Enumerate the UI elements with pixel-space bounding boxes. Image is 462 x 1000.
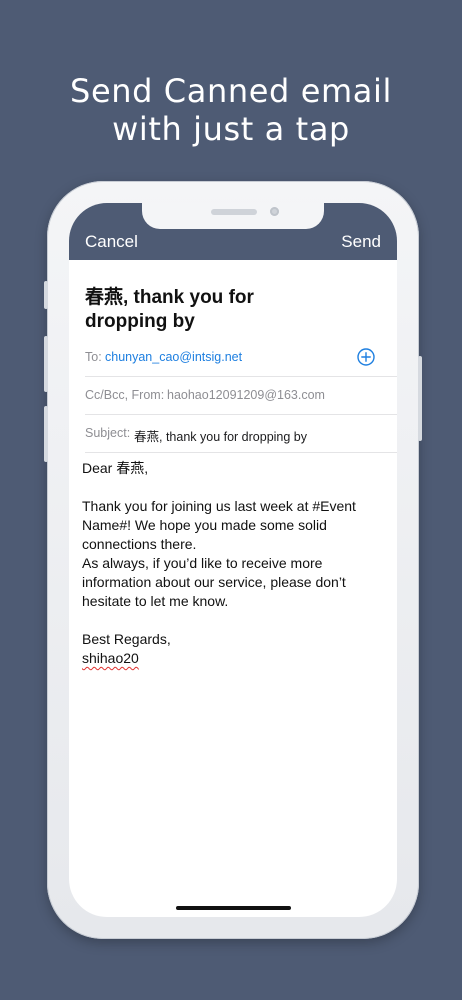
email-title-line-2: dropping by <box>85 311 195 332</box>
subject-value[interactable]: 春燕, thank you for dropping by <box>134 426 307 445</box>
notch <box>142 203 324 229</box>
email-body[interactable]: Dear 春燕, Thank you for joining us last w… <box>82 459 382 668</box>
headline-line-1: Send Canned email <box>70 72 392 110</box>
to-label: To: <box>85 350 102 364</box>
body-line-1: Thank you for joining us last week at #E… <box>82 498 356 514</box>
body-line-5: information about our service, please do… <box>82 574 346 590</box>
to-recipient[interactable]: chunyan_cao@intsig.net <box>105 350 242 364</box>
promo-headline: Send Canned email with just a tap <box>0 72 462 148</box>
body-greeting: Dear 春燕, <box>82 460 149 476</box>
subject-field[interactable]: Subject: 春燕, thank you for dropping by <box>85 415 397 453</box>
headline-line-2: with just a tap <box>112 110 350 148</box>
speaker-grille <box>211 209 257 215</box>
email-title: 春燕, thank you for dropping by <box>85 286 315 334</box>
phone-frame: Cancel Send 春燕, thank you for dropping b… <box>44 181 422 939</box>
subject-label: Subject: <box>85 426 131 440</box>
cancel-button[interactable]: Cancel <box>85 232 138 252</box>
volume-down-button <box>44 406 48 462</box>
power-button <box>418 356 422 441</box>
body-signoff: Best Regards, <box>82 631 171 647</box>
front-camera <box>270 207 279 216</box>
cc-from-field[interactable]: Cc/Bcc, From: haohao12091209@163.com <box>85 377 397 415</box>
volume-up-button <box>44 336 48 392</box>
mute-switch <box>44 281 48 309</box>
from-address[interactable]: haohao12091209@163.com <box>167 388 325 402</box>
send-button[interactable]: Send <box>341 232 381 252</box>
body-signature: shihao20 <box>82 649 382 668</box>
plus-circle-icon[interactable] <box>357 348 375 366</box>
to-field[interactable]: To: chunyan_cao@intsig.net <box>85 339 397 377</box>
email-title-line-1: 春燕, thank you for <box>85 287 254 308</box>
home-indicator[interactable] <box>176 906 291 910</box>
cc-from-label: Cc/Bcc, From: <box>85 388 165 402</box>
body-line-2: Name#! We hope you made some solid <box>82 517 327 533</box>
signature-text: shihao20 <box>82 650 139 666</box>
phone-screen: Cancel Send 春燕, thank you for dropping b… <box>69 203 397 917</box>
body-line-6: hesitate to let me know. <box>82 593 229 609</box>
body-line-3: connections there. <box>82 536 197 552</box>
body-line-4: As always, if you’d like to receive more <box>82 555 323 571</box>
